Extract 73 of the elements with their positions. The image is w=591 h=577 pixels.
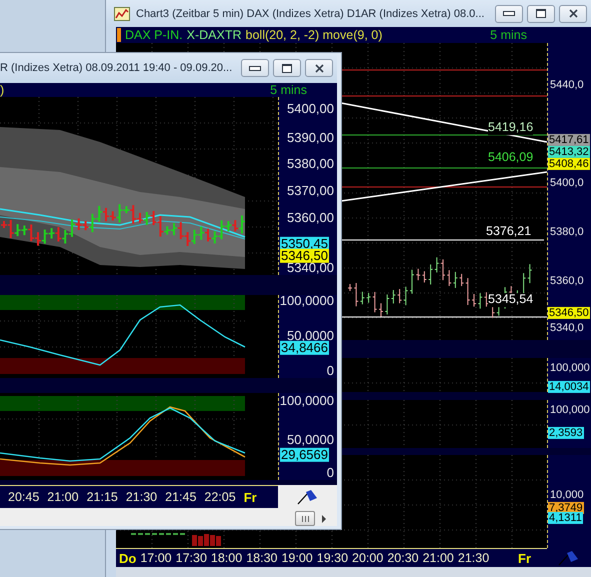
price-tag: 5408,46	[548, 158, 590, 170]
scroll-thumb[interactable]	[295, 511, 315, 526]
day-label: Fr	[518, 550, 531, 566]
time-label: 22:05	[204, 490, 236, 504]
minimize-button[interactable]	[495, 4, 523, 22]
chart-icon	[114, 6, 130, 20]
legend-text: )	[0, 83, 4, 97]
axis-label: 5400,00	[287, 102, 334, 117]
time-label: 18:30	[246, 551, 278, 565]
axis-label: 5340,00	[287, 260, 334, 276]
line-label: 5345,54	[488, 293, 534, 307]
price-tag: 4,1311	[548, 512, 583, 524]
time-label: 21:30	[458, 551, 490, 565]
axis-label: 10,000	[550, 488, 584, 502]
price-tag: 5413,32	[548, 146, 590, 158]
price-tag: 5346,50	[280, 248, 329, 264]
axis-label: 100,0000	[280, 394, 334, 408]
axis-label: 5440,0	[550, 78, 584, 91]
time-label: 18:00	[210, 551, 242, 565]
axis-label: 5390,00	[287, 130, 334, 146]
axis-label: 0	[326, 466, 334, 480]
maximize-button[interactable]	[273, 59, 301, 77]
legend-text: DAX P-IN.	[125, 28, 183, 42]
axis-label: 5380,00	[287, 156, 334, 172]
price-tag: 2,3593	[548, 427, 584, 440]
window-title: Chart3 (Zeitbar 5 min) DAX (Indizes Xetra) D1AR (Indizes Xetra) 08.0...	[136, 6, 484, 20]
axis-label: 5360,0	[550, 274, 584, 287]
time-label: 20:45	[8, 490, 40, 504]
day-label: Do	[119, 550, 136, 566]
time-label: 19:30	[316, 551, 348, 565]
interval-label: 5 mins	[270, 83, 307, 97]
price-tag: 5346,50	[548, 307, 590, 320]
price-tag: 5417,61	[548, 134, 590, 146]
axis-label: 50,0000	[287, 328, 334, 342]
axis-label: 100,000	[550, 404, 590, 416]
maximize-button[interactable]	[527, 4, 555, 22]
time-label: 21:00	[47, 490, 79, 504]
minimize-button[interactable]	[241, 59, 269, 77]
window-title: R (Indizes Xetra) 08.09.2011 19:40 - 09.09.20...	[0, 61, 232, 75]
axis-label: 100,0000	[280, 294, 334, 308]
close-button[interactable]	[559, 4, 587, 22]
scroll-right-arrow[interactable]	[321, 514, 327, 522]
price-tag: 34,8466	[280, 340, 329, 356]
legend-text: boll(20, 2, -2) move(9, 0)	[246, 28, 382, 42]
time-label: 21:15	[86, 490, 118, 504]
axis-label: 5340,0	[550, 322, 584, 334]
time-label: 20:00	[352, 551, 384, 565]
axis-label: 5400,0	[550, 176, 584, 189]
time-label: 21:00	[422, 551, 454, 565]
axis-label: 100,000	[550, 362, 590, 374]
axis-label: 50,0000	[287, 432, 334, 448]
time-label: 21:45	[165, 490, 196, 504]
line-label: 5406,09	[488, 151, 534, 165]
axis-label: 5380,0	[550, 226, 584, 238]
close-icon	[314, 64, 324, 72]
axis-label: 5360,00	[287, 210, 334, 226]
day-label: Fr	[244, 490, 257, 504]
close-icon	[568, 9, 578, 18]
line-label: 5376,21	[486, 224, 532, 238]
time-label: 17:00	[140, 551, 172, 565]
legend-text: X-DAXTR	[186, 28, 242, 42]
time-label: 19:00	[281, 551, 313, 565]
price-tag: 29,6569	[280, 448, 329, 462]
flag-icon[interactable]	[296, 488, 318, 504]
close-button[interactable]	[305, 59, 333, 77]
axis-label: 0	[326, 364, 334, 378]
time-label: 17:30	[176, 551, 207, 565]
time-label: 21:30	[126, 490, 158, 504]
axis-label: 5370,00	[287, 184, 334, 198]
line-label: 5419,16	[488, 121, 534, 135]
price-tag: 14,0034	[548, 380, 590, 393]
time-label: 20:30	[387, 551, 419, 565]
interval-label: 5 mins	[490, 28, 527, 42]
